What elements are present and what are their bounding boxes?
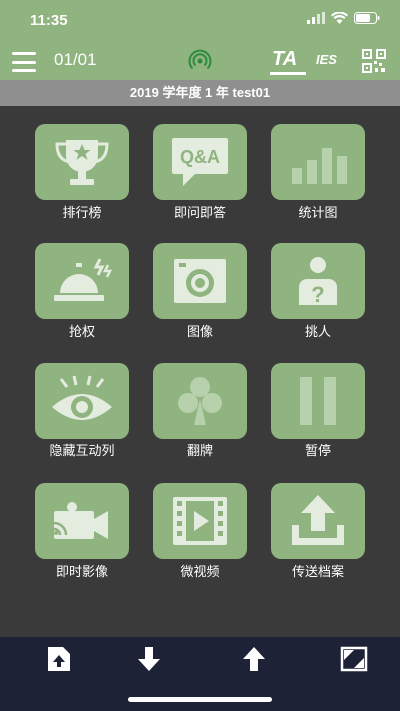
home-indicator [128, 697, 272, 702]
buzzer-button[interactable] [35, 243, 129, 319]
ta-active-indicator [270, 72, 306, 75]
window-toggle-icon[interactable] [340, 645, 368, 673]
hide-interaction-button[interactable] [35, 363, 129, 439]
file-upload-icon[interactable] [46, 645, 72, 673]
tile-label: 暂停 [304, 443, 331, 458]
bell-icon [54, 258, 113, 301]
class-title: 2019 学年度 1 年 test01 [0, 80, 400, 106]
battery-icon [354, 12, 380, 24]
leaderboard-button[interactable] [35, 124, 129, 200]
image-button[interactable] [153, 243, 247, 319]
qr-code-icon[interactable] [362, 49, 386, 73]
menu-icon[interactable] [12, 52, 36, 72]
tile-label: 统计图 [298, 205, 338, 220]
tile-label: 传送档案 [291, 564, 344, 579]
bar-chart-icon [292, 148, 347, 184]
broadcast-signal-icon [188, 49, 212, 70]
quick-answer-button[interactable]: Q&A [153, 124, 247, 200]
tile-label: 挑人 [304, 324, 331, 339]
person-question-icon: ? [299, 257, 337, 307]
statistics-button[interactable] [271, 124, 365, 200]
page-count: 01/01 [54, 50, 97, 69]
tile-label: 即问即答 [173, 205, 226, 220]
nav-bar: 01/01 TA IES [0, 44, 400, 80]
video-camera-icon [53, 502, 108, 539]
tile-label: 翻牌 [186, 443, 213, 458]
qa-icon: Q&A [172, 138, 228, 186]
ies-mode-button[interactable]: IES [316, 52, 337, 67]
flip-card-button[interactable] [153, 363, 247, 439]
club-card-icon [178, 377, 222, 425]
eye-icon [52, 375, 112, 420]
status-icons [307, 12, 380, 24]
micro-video-button[interactable] [153, 483, 247, 559]
send-file-button[interactable] [271, 483, 365, 559]
tile-label: 微视频 [180, 564, 220, 579]
cellular-signal-icon [307, 12, 325, 24]
film-icon [173, 497, 227, 545]
tile-label: 抢权 [68, 324, 95, 339]
tile-label: 排行榜 [62, 205, 102, 220]
pause-icon [300, 377, 336, 425]
tile-label: 即时影像 [55, 564, 108, 579]
ta-mode-button[interactable]: TA [272, 48, 297, 71]
arrow-up-icon[interactable] [241, 645, 267, 673]
arrow-down-icon[interactable] [136, 645, 162, 673]
tile-label: 图像 [186, 324, 213, 339]
svg-text:?: ? [311, 282, 324, 307]
live-video-button[interactable] [35, 483, 129, 559]
pick-student-button[interactable]: ? [271, 243, 365, 319]
upload-icon [292, 495, 344, 545]
tile-label: 隐藏互动列 [49, 443, 115, 458]
svg-text:Q&A: Q&A [180, 147, 220, 167]
status-time: 11:35 [30, 12, 68, 29]
camera-icon [174, 259, 226, 303]
wifi-icon [331, 12, 348, 24]
status-bar: 11:35 [0, 0, 400, 44]
trophy-icon [55, 140, 109, 185]
pause-button[interactable] [271, 363, 365, 439]
